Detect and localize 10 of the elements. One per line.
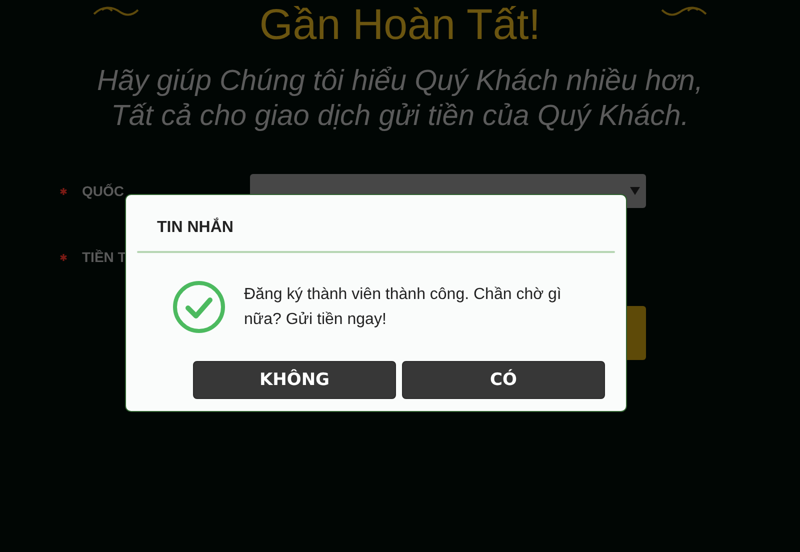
dialog-button[interactable]: CÓ: [402, 361, 605, 399]
success-check-icon: [172, 280, 226, 334]
subtitle-line: Hãy giúp Chúng tôi hiểu Quý Khách nhiều hơn,: [96, 64, 704, 99]
page-title: Gần Hoàn Tất!: [258, 0, 542, 50]
dialog-message: Đăng ký thành viên thành công. Chần chờ gì nữa? Gửi tiền ngay!: [244, 285, 562, 330]
field-label: QUỐC: [82, 183, 125, 199]
dialog-button[interactable]: KHÔNG: [193, 361, 396, 399]
dialog-title: TIN NHẮN: [156, 216, 234, 238]
caret-icon: [630, 187, 640, 195]
subtitle-line: Tất cả cho giao dịch gửi tiền của Quý Khách.: [110, 99, 690, 134]
